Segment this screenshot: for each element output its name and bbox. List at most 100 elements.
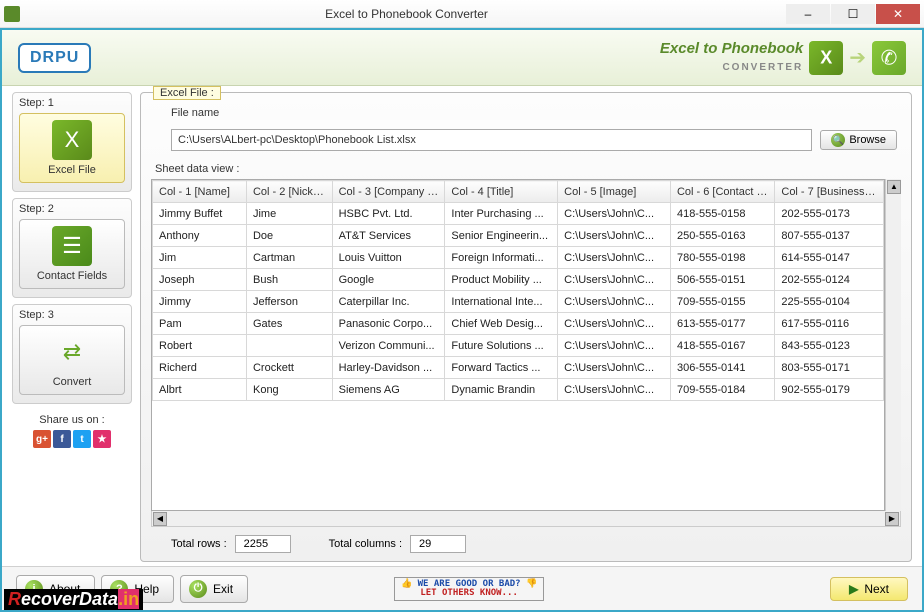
step-contact-fields-button[interactable]: ☰ Contact Fields — [19, 219, 125, 289]
table-cell: Harley-Davidson ... — [332, 357, 445, 379]
table-cell — [246, 335, 332, 357]
twitter-icon[interactable]: t — [73, 430, 91, 448]
column-header[interactable]: Col - 6 [Contact number] — [670, 181, 774, 203]
sheet-data-label: Sheet data view : — [155, 163, 897, 175]
table-cell: Jim — [153, 247, 247, 269]
table-cell: 418-555-0158 — [670, 203, 774, 225]
minimize-button[interactable]: – — [786, 4, 830, 24]
table-row[interactable]: Jimmy BuffetJimeHSBC Pvt. Ltd.Inter Purc… — [153, 203, 884, 225]
vertical-scrollbar[interactable]: ▲ — [885, 179, 901, 511]
phonebook-icon — [872, 41, 906, 75]
step-2-box: Step: 2 ☰ Contact Fields — [12, 198, 132, 298]
table-row[interactable]: JosephBushGoogleProduct Mobility ...C:\U… — [153, 269, 884, 291]
googleplus-icon[interactable]: g+ — [33, 430, 51, 448]
feedback-badge[interactable]: 👍 WE ARE GOOD OR BAD? 👎 LET OTHERS KNOW.… — [394, 577, 544, 601]
table-cell: 306-555-0141 — [670, 357, 774, 379]
table-cell: Product Mobility ... — [445, 269, 558, 291]
table-row[interactable]: RobertVerizon Communi...Future Solutions… — [153, 335, 884, 357]
column-header[interactable]: Col - 3 [Company name] — [332, 181, 445, 203]
main-panel: Excel File : File name 🔍 Browse Sheet da… — [140, 92, 912, 562]
file-name-label: File name — [171, 107, 901, 119]
table-cell: Jimmy Buffet — [153, 203, 247, 225]
column-header[interactable]: Col - 4 [Title] — [445, 181, 558, 203]
scroll-right-icon[interactable]: ▶ — [885, 512, 899, 526]
table-row[interactable]: RicherdCrockettHarley-Davidson ...Forwar… — [153, 357, 884, 379]
table-cell: HSBC Pvt. Ltd. — [332, 203, 445, 225]
table-cell: 709-555-0184 — [670, 379, 774, 401]
table-cell: 202-555-0124 — [775, 269, 884, 291]
table-cell: C:\Users\John\C... — [558, 357, 671, 379]
maximize-button[interactable]: ☐ — [831, 4, 875, 24]
data-grid-wrap[interactable]: Col - 1 [Name]Col - 2 [Nick Name]Col - 3… — [151, 179, 885, 511]
table-cell: 202-555-0173 — [775, 203, 884, 225]
social-icon[interactable]: ★ — [93, 430, 111, 448]
table-row[interactable]: JimCartmanLouis VuittonForeign Informati… — [153, 247, 884, 269]
exit-button[interactable]: ⏻Exit — [180, 575, 248, 603]
data-grid: Col - 1 [Name]Col - 2 [Nick Name]Col - 3… — [152, 180, 884, 401]
table-row[interactable]: PamGatesPanasonic Corpo...Chief Web Desi… — [153, 313, 884, 335]
column-header[interactable]: Col - 2 [Nick Name] — [246, 181, 332, 203]
table-cell: Gates — [246, 313, 332, 335]
table-cell: Siemens AG — [332, 379, 445, 401]
table-cell: 617-555-0116 — [775, 313, 884, 335]
column-header[interactable]: Col - 5 [Image] — [558, 181, 671, 203]
brand-logo: DRPU — [18, 43, 91, 73]
step-convert-button[interactable]: ⇄ Convert — [19, 325, 125, 395]
table-cell: Future Solutions ... — [445, 335, 558, 357]
browse-button[interactable]: 🔍 Browse — [820, 130, 897, 150]
step-3-label: Step: 3 — [19, 309, 125, 321]
table-cell: Richerd — [153, 357, 247, 379]
table-cell: Albrt — [153, 379, 247, 401]
table-cell: 780-555-0198 — [670, 247, 774, 269]
table-cell: C:\Users\John\C... — [558, 291, 671, 313]
facebook-icon[interactable]: f — [53, 430, 71, 448]
table-cell: Senior Engineerin... — [445, 225, 558, 247]
step-3-box: Step: 3 ⇄ Convert — [12, 304, 132, 404]
close-button[interactable]: ✕ — [876, 4, 920, 24]
banner-subtitle: CONVERTER — [722, 62, 803, 73]
scroll-up-icon[interactable]: ▲ — [887, 180, 901, 194]
table-cell: C:\Users\John\C... — [558, 379, 671, 401]
excel-file-icon: X — [52, 120, 92, 160]
table-cell: C:\Users\John\C... — [558, 269, 671, 291]
scroll-left-icon[interactable]: ◀ — [153, 512, 167, 526]
excel-icon — [809, 41, 843, 75]
column-header[interactable]: Col - 7 [Business number] — [775, 181, 884, 203]
table-cell: 902-555-0179 — [775, 379, 884, 401]
table-cell: Cartman — [246, 247, 332, 269]
browse-icon: 🔍 — [831, 133, 845, 147]
horizontal-scrollbar[interactable]: ◀ ▶ — [151, 511, 901, 527]
arrow-right-icon: ▶ — [849, 582, 858, 596]
table-cell: Robert — [153, 335, 247, 357]
table-cell: C:\Users\John\C... — [558, 313, 671, 335]
step-excel-file-button[interactable]: X Excel File — [19, 113, 125, 183]
table-row[interactable]: AlbrtKongSiemens AGDynamic BrandinC:\Use… — [153, 379, 884, 401]
banner-title: Excel to Phonebook CONVERTER — [660, 41, 803, 74]
step-2-btn-label: Contact Fields — [37, 270, 107, 282]
step-3-btn-label: Convert — [53, 376, 92, 388]
totals-row: Total rows : 2255 Total columns : 29 — [151, 535, 901, 553]
table-row[interactable]: JimmyJeffersonCaterpillar Inc.Internatio… — [153, 291, 884, 313]
banner-title-text: Excel to Phonebook — [660, 40, 803, 57]
panel-legend: Excel File : — [153, 86, 221, 100]
next-button[interactable]: ▶Next — [830, 577, 908, 601]
file-path-input[interactable] — [171, 129, 812, 151]
table-cell: International Inte... — [445, 291, 558, 313]
total-cols-value: 29 — [410, 535, 466, 553]
table-cell: C:\Users\John\C... — [558, 225, 671, 247]
table-row[interactable]: AnthonyDoeAT&T ServicesSenior Engineerin… — [153, 225, 884, 247]
table-cell: Jime — [246, 203, 332, 225]
table-cell: Panasonic Corpo... — [332, 313, 445, 335]
column-header[interactable]: Col - 1 [Name] — [153, 181, 247, 203]
step-1-btn-label: Excel File — [48, 164, 96, 176]
table-cell: Doe — [246, 225, 332, 247]
browse-label: Browse — [849, 134, 886, 146]
table-cell: Pam — [153, 313, 247, 335]
table-cell: Caterpillar Inc. — [332, 291, 445, 313]
table-cell: 807-555-0137 — [775, 225, 884, 247]
total-rows-label: Total rows : — [171, 538, 227, 550]
window-controls: – ☐ ✕ — [785, 4, 920, 24]
arrow-right-icon: ➔ — [849, 45, 866, 70]
table-cell: Forward Tactics ... — [445, 357, 558, 379]
table-cell: C:\Users\John\C... — [558, 203, 671, 225]
